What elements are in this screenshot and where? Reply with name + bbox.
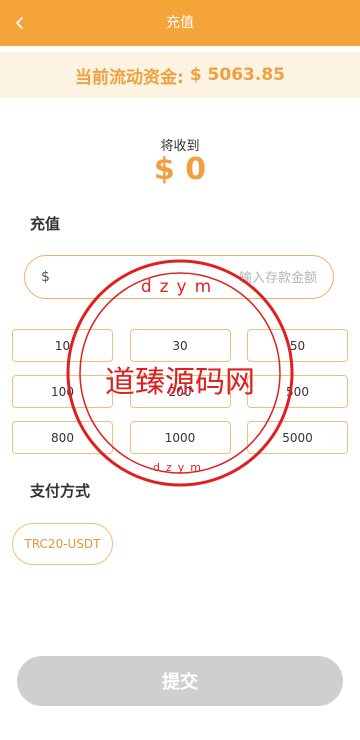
preset-amount-button[interactable]: 1000: [129, 421, 231, 454]
recharge-section-title: 充值: [30, 215, 61, 233]
preset-amount-button[interactable]: 800: [12, 421, 113, 454]
balance-label: 当前流动资金:: [75, 67, 184, 88]
preset-amount-button[interactable]: 10: [12, 329, 113, 362]
currency-symbol: $: [41, 269, 50, 285]
preset-amount-button[interactable]: 200: [129, 375, 231, 408]
payment-method-option[interactable]: TRC20-USDT: [12, 523, 113, 565]
amount-field[interactable]: $: [24, 255, 334, 300]
amount-input[interactable]: [61, 256, 319, 300]
balance-banner: 当前流动资金: $ 5063.85: [0, 52, 360, 98]
payment-section-title: 支付方式: [30, 482, 91, 500]
preset-amount-button[interactable]: 100: [12, 375, 113, 408]
receive-amount: $ 0: [153, 152, 207, 187]
preset-amount-button[interactable]: 500: [247, 375, 348, 408]
page-title: 充值: [166, 15, 194, 31]
preset-amount-button[interactable]: 30: [129, 329, 231, 362]
preset-amount-button[interactable]: 50: [247, 329, 348, 362]
watermark-ring-bottom: dzym: [153, 461, 207, 474]
preset-amounts: 10 30 50 100 200 500 800 1000 5000: [12, 329, 348, 454]
preset-amount-button[interactable]: 5000: [247, 421, 348, 454]
balance-value: $ 5063.85: [189, 65, 285, 85]
submit-button[interactable]: 提交: [17, 656, 343, 706]
top-bar: 充值: [0, 0, 360, 46]
